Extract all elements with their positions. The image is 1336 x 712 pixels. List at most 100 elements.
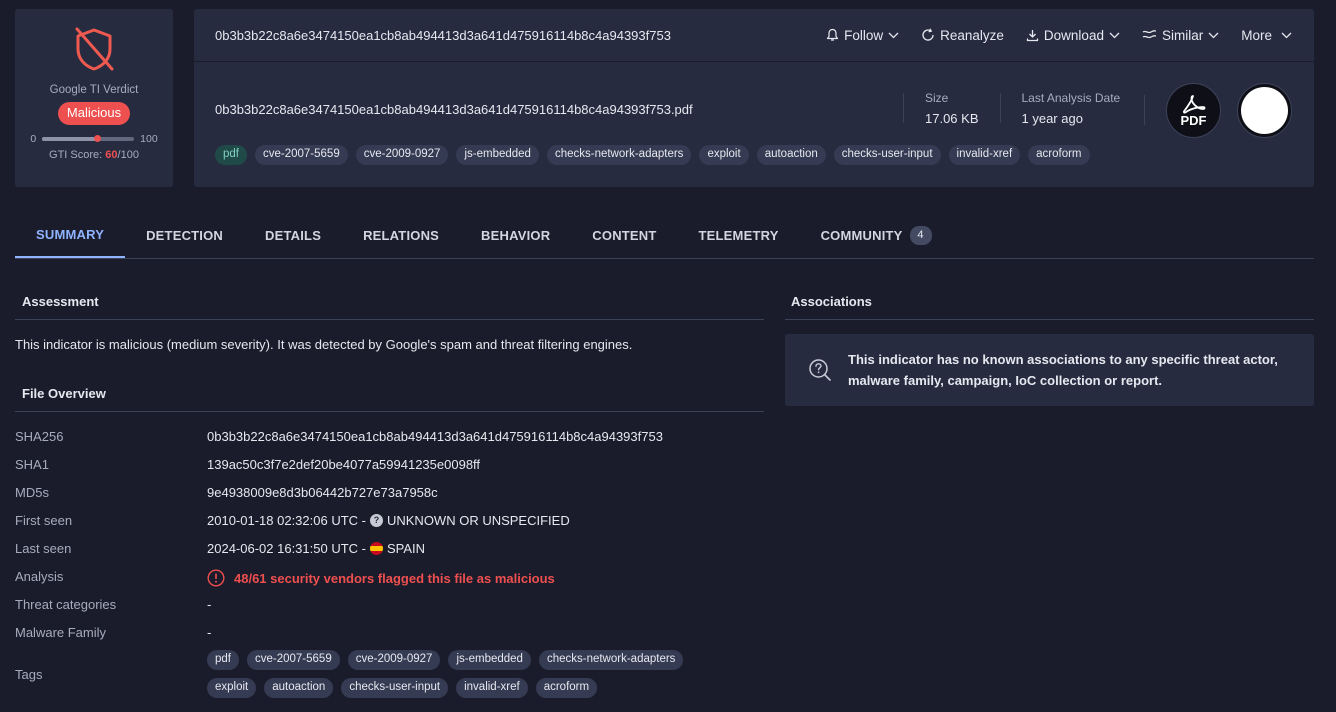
similar-label: Similar — [1161, 27, 1204, 43]
analysis-label: Analysis — [15, 569, 64, 584]
tag[interactable]: cve-2007-5659 — [255, 145, 348, 165]
sha256-row: SHA256 0b3b3b22c8a6e3474150ea1cb8ab49441… — [15, 429, 663, 444]
gti-score-slider: 0 100 — [30, 133, 157, 145]
gti-score-suffix: /100 — [117, 149, 139, 161]
follow-button[interactable]: Follow — [826, 28, 899, 43]
sha1-value[interactable]: 139ac50c3f7e2def20be4077a59941235e0098ff — [207, 457, 480, 472]
overview-tag-list: pdf cve-2007-5659 cve-2009-0927 js-embedded… — [207, 650, 727, 698]
tab-summary[interactable]: SUMMARY — [15, 212, 126, 258]
tag[interactable]: js-embedded — [448, 650, 531, 670]
action-bar: Follow Reanalyze Download Similar More — [826, 28, 1292, 43]
tag[interactable]: checks-user-input — [833, 145, 941, 165]
tab-detection[interactable]: DETECTION — [125, 212, 244, 258]
download-label: Download — [1043, 27, 1104, 43]
last-seen-country: SPAIN — [386, 541, 426, 556]
sha256-label: SHA256 — [15, 429, 64, 444]
tab-relations[interactable]: RELATIONS — [342, 212, 460, 258]
spain-flag-icon — [369, 542, 383, 555]
follow-label: Follow — [844, 27, 884, 43]
slider-max: 100 — [140, 133, 158, 145]
more-button[interactable]: More — [1241, 28, 1292, 43]
file-name: 0b3b3b22c8a6e3474150ea1cb8ab494413d3a641… — [215, 102, 693, 117]
assessment-divider — [15, 319, 764, 320]
tag[interactable]: cve-2009-0927 — [347, 650, 441, 670]
gti-score-value: 60 — [105, 149, 118, 161]
first-seen-country: UNKNOWN OR UNSPECIFIED — [386, 513, 570, 528]
similar-button[interactable]: Similar — [1142, 28, 1219, 43]
tab-telemetry[interactable]: TELEMETRY — [678, 212, 800, 258]
sha1-row: SHA1 139ac50c3f7e2def20be4077a59941235e0… — [15, 457, 480, 472]
size-label: Size — [925, 91, 949, 105]
tag[interactable]: acroform — [535, 678, 598, 698]
tab-community[interactable]: COMMUNITY 4 — [800, 212, 953, 258]
bell-icon — [827, 28, 839, 41]
first-seen-date: 2010-01-18 02:32:06 UTC - — [207, 513, 366, 528]
tab-label: TELEMETRY — [698, 227, 779, 243]
tag[interactable]: cve-2009-0927 — [355, 145, 449, 165]
analysis-row: Analysis 48/61 security vendors flagged … — [15, 569, 555, 587]
avatar — [1237, 83, 1292, 138]
tag[interactable]: pdf — [207, 650, 239, 670]
tag[interactable]: exploit — [207, 678, 257, 698]
malware-family-row: Malware Family - — [15, 625, 211, 640]
tag[interactable]: invalid-xref — [948, 145, 1021, 165]
last-seen-value: 2024-06-02 16:31:50 UTC - SPAIN — [207, 541, 425, 556]
analysis-value[interactable]: 48/61 security vendors flagged this file… — [207, 569, 555, 587]
analysis-text: 48/61 security vendors flagged this file… — [234, 570, 555, 586]
first-seen-label: First seen — [15, 513, 73, 528]
shield-off-icon — [75, 27, 114, 71]
sha256-value[interactable]: 0b3b3b22c8a6e3474150ea1cb8ab494413d3a641… — [207, 429, 663, 444]
last-analysis-value: 1 year ago — [1021, 111, 1083, 126]
tag[interactable]: pdf — [215, 145, 247, 165]
avatar-image — [1241, 87, 1288, 134]
md5-value[interactable]: 9e4938009e8d3b06442b727e73a7958c — [207, 485, 438, 500]
tag[interactable]: exploit — [699, 145, 749, 165]
last-analysis-label: Last Analysis Date — [1021, 91, 1121, 105]
unknown-country-icon: ? — [369, 514, 383, 527]
tag[interactable]: checks-user-input — [341, 678, 449, 698]
slider-thumb — [94, 135, 102, 142]
size-value: 17.06 KB — [925, 111, 979, 126]
first-seen-value: 2010-01-18 02:32:06 UTC - ? UNKNOWN OR U… — [207, 513, 570, 528]
alert-circle-icon — [207, 569, 225, 587]
similar-icon — [1142, 30, 1157, 39]
file-hash-title: 0b3b3b22c8a6e3474150ea1cb8ab494413d3a641… — [215, 27, 671, 43]
associations-text: This indicator has no known associations… — [848, 352, 1278, 388]
pdf-label: PDF — [1180, 112, 1207, 128]
tab-label: BEHAVIOR — [481, 227, 551, 243]
slider-min: 0 — [30, 133, 37, 145]
tag[interactable]: acroform — [1028, 145, 1090, 165]
tab-content[interactable]: CONTENT — [571, 212, 677, 258]
threat-categories-value: - — [207, 597, 212, 612]
tag[interactable]: checks-network-adapters — [538, 650, 684, 670]
chevron-down-icon — [1109, 32, 1120, 38]
sha1-label: SHA1 — [15, 457, 49, 472]
malware-family-label: Malware Family — [15, 625, 107, 640]
tab-behavior[interactable]: BEHAVIOR — [460, 212, 571, 258]
md5-label: MD5s — [15, 485, 49, 500]
more-label: More — [1241, 27, 1272, 43]
tab-label: DETAILS — [265, 227, 322, 243]
reanalyze-button[interactable]: Reanalyze — [921, 28, 1004, 43]
file-header-card: 0b3b3b22c8a6e3474150ea1cb8ab494413d3a641… — [194, 9, 1314, 187]
verdict-badge: Malicious — [57, 102, 131, 125]
verdict-label: Google TI Verdict — [49, 84, 139, 96]
tag[interactable]: cve-2007-5659 — [247, 650, 340, 670]
header-toolbar: 0b3b3b22c8a6e3474150ea1cb8ab494413d3a641… — [194, 9, 1314, 62]
question-search-icon — [809, 359, 831, 381]
associations-divider — [785, 319, 1314, 320]
last-analysis-stat: Last Analysis Date 1 year ago — [999, 91, 1142, 126]
tag[interactable]: checks-network-adapters — [546, 145, 692, 165]
tab-details[interactable]: DETAILS — [244, 212, 342, 258]
tag[interactable]: autoaction — [264, 678, 334, 698]
refresh-icon — [922, 28, 934, 41]
tag[interactable]: js-embedded — [456, 145, 539, 165]
header-tags: pdf cve-2007-5659 cve-2009-0927 js-embedded… — [215, 145, 1090, 165]
download-button[interactable]: Download — [1026, 28, 1120, 43]
download-icon — [1026, 29, 1039, 41]
tab-label: COMMUNITY — [820, 227, 903, 243]
threat-categories-label: Threat categories — [15, 597, 117, 612]
reanalyze-label: Reanalyze — [940, 27, 1004, 43]
tag[interactable]: invalid-xref — [456, 678, 528, 698]
tag[interactable]: autoaction — [756, 145, 826, 165]
